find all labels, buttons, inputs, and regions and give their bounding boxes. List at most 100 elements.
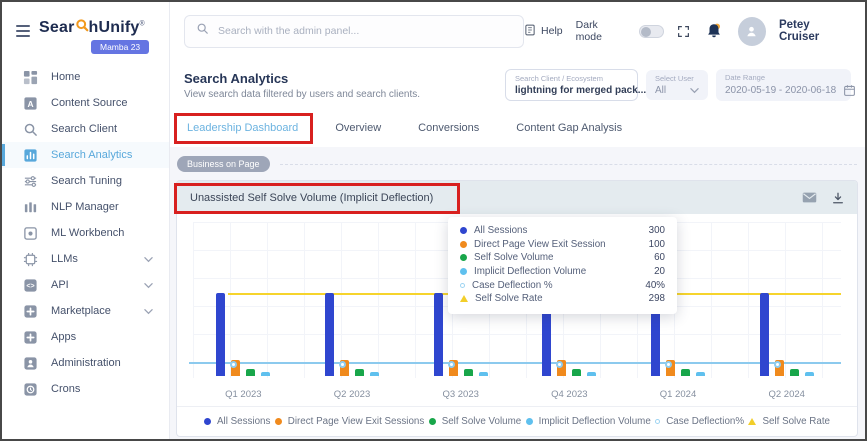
tooltip-row: All Sessions300 — [460, 224, 665, 238]
sidebar-item-home[interactable]: Home — [2, 64, 169, 90]
legend-label: Self Solve Rate — [762, 416, 830, 427]
analytics-icon — [23, 148, 38, 163]
sidebar-item-ml-workbench[interactable]: ML Workbench — [2, 220, 169, 246]
chevron-down-icon — [144, 307, 153, 316]
nlp-icon — [23, 200, 38, 215]
tooltip-row: Self Solve Volume60 — [460, 251, 665, 265]
sidebar-item-content-source[interactable]: AContent Source — [2, 90, 169, 116]
dot-marker-icon — [275, 418, 282, 425]
sidebar-item-search-tuning[interactable]: Search Tuning — [2, 168, 169, 194]
llm-icon — [23, 252, 38, 267]
bar-all-sessions[interactable] — [434, 293, 443, 376]
legend-item-case-deflection-[interactable]: Case Deflection% — [655, 416, 744, 427]
legend-item-direct-page-view-exit-sessions[interactable]: Direct Page View Exit Sessions — [275, 416, 425, 427]
administration-icon — [23, 356, 38, 371]
legend-label: Case Deflection% — [666, 416, 744, 427]
chart-legend: All Sessions Direct Page View Exit Sessio… — [177, 406, 857, 436]
bar-group — [325, 293, 379, 376]
sidebar-item-api[interactable]: <> API — [2, 272, 169, 298]
bar-implicit-deflection-volume[interactable] — [587, 372, 596, 376]
user-name[interactable]: Petey Cruiser — [779, 19, 851, 43]
case-deflection-marker-icon[interactable] — [774, 361, 781, 368]
avatar[interactable] — [738, 17, 766, 46]
dot-marker-icon — [460, 227, 467, 234]
search-icon — [196, 22, 209, 40]
bar-all-sessions[interactable] — [760, 293, 769, 376]
case-deflection-marker-icon[interactable] — [448, 361, 455, 368]
triangle-marker-icon — [748, 418, 756, 425]
legend-label: All Sessions — [217, 416, 270, 427]
admin-search-input[interactable] — [218, 25, 512, 37]
tab-content-gap-analysis[interactable]: Content Gap Analysis — [516, 122, 622, 134]
chart-body: Q1 2023Q2 2023Q3 2023Q4 2023Q1 2024Q2 20… — [177, 214, 857, 406]
content-area: Business on Page Unassisted Self Solve V… — [170, 147, 865, 439]
tab-leadership-dashboard[interactable]: Leadership Dashboard — [187, 122, 298, 134]
crons-icon — [23, 382, 38, 397]
dot-marker-icon — [526, 418, 533, 425]
topbar: Help Dark mode Petey Cruiser — [170, 2, 865, 60]
legend-item-self-solve-volume[interactable]: Self Solve Volume — [429, 416, 522, 427]
download-icon[interactable] — [832, 192, 844, 204]
tab-conversions[interactable]: Conversions — [418, 122, 479, 134]
dot-marker-icon — [460, 254, 467, 261]
quarter-group-q2-2023: Q2 2023 — [298, 214, 407, 406]
bar-self-solve-volume[interactable] — [572, 369, 581, 376]
tooltip-value: 40% — [645, 280, 665, 291]
tooltip-value: 100 — [649, 239, 665, 250]
legend-item-all-sessions[interactable]: All Sessions — [204, 416, 270, 427]
bar-implicit-deflection-volume[interactable] — [805, 372, 814, 376]
bar-implicit-deflection-volume[interactable] — [370, 372, 379, 376]
legend-item-self-solve-rate[interactable]: Self Solve Rate — [748, 416, 830, 427]
sidebar-item-label: Apps — [51, 331, 76, 343]
search-client-filter[interactable]: Search Client / Ecosystem lightning for … — [505, 69, 638, 101]
sidebar-item-apps[interactable]: Apps — [2, 324, 169, 350]
logo-text: SearhUnify® — [39, 18, 149, 37]
business-on-page-chip[interactable]: Business on Page — [177, 156, 270, 172]
bar-all-sessions[interactable] — [216, 293, 225, 376]
bar-self-solve-volume[interactable] — [790, 369, 799, 376]
sidebar-item-search-analytics[interactable]: Search Analytics — [2, 142, 169, 168]
admin-search[interactable] — [184, 15, 524, 48]
select-user-filter[interactable]: Select User All — [646, 70, 708, 100]
home-grid-icon — [23, 70, 38, 85]
tooltip-label: Implicit Deflection Volume — [474, 266, 586, 277]
sidebar-item-crons[interactable]: Crons — [2, 376, 169, 402]
sidebar-item-label: Administration — [51, 357, 121, 369]
dot-marker-icon — [460, 241, 467, 248]
sidebar-item-label: API — [51, 279, 69, 291]
tooltip-row: Direct Page View Exit Session100 — [460, 238, 665, 252]
hamburger-menu-icon[interactable] — [16, 22, 30, 40]
fullscreen-icon[interactable] — [677, 25, 690, 38]
bar-self-solve-volume[interactable] — [681, 369, 690, 376]
sidebar-item-label: NLP Manager — [51, 201, 119, 213]
chevron-down-icon — [144, 281, 153, 290]
case-deflection-marker-icon[interactable] — [665, 361, 672, 368]
bar-self-solve-volume[interactable] — [246, 369, 255, 376]
marketplace-icon — [23, 304, 38, 319]
legend-item-implicit-deflection-volume[interactable]: Implicit Deflection Volume — [526, 416, 651, 427]
case-deflection-marker-icon[interactable] — [339, 361, 346, 368]
bar-implicit-deflection-volume[interactable] — [479, 372, 488, 376]
bar-self-solve-volume[interactable] — [355, 369, 364, 376]
sidebar-item-marketplace[interactable]: Marketplace — [2, 298, 169, 324]
dark-mode-toggle[interactable] — [639, 25, 664, 38]
tab-overview[interactable]: Overview — [335, 122, 381, 134]
sidebar-item-nlp-manager[interactable]: NLP Manager — [2, 194, 169, 220]
tooltip-label: Self Solve Volume — [474, 252, 554, 263]
bar-self-solve-volume[interactable] — [464, 369, 473, 376]
api-icon: <> — [23, 278, 38, 293]
email-icon[interactable] — [802, 190, 817, 205]
bar-implicit-deflection-volume[interactable] — [696, 372, 705, 376]
notifications-bell-icon[interactable] — [705, 22, 723, 40]
date-range-filter[interactable]: Date Range 2020-05-19 - 2020-06-18 — [716, 69, 851, 101]
bar-all-sessions[interactable] — [325, 293, 334, 376]
sidebar-item-llms[interactable]: LLMs — [2, 246, 169, 272]
help-icon — [524, 24, 536, 39]
bar-implicit-deflection-volume[interactable] — [261, 372, 270, 376]
sidebar-item-label: Search Client — [51, 123, 117, 135]
tooltip-value: 300 — [649, 225, 665, 236]
help-button[interactable]: Help — [524, 24, 563, 39]
sidebar-item-search-client[interactable]: Search Client — [2, 116, 169, 142]
sidebar-item-administration[interactable]: Administration — [2, 350, 169, 376]
divider — [280, 164, 857, 165]
